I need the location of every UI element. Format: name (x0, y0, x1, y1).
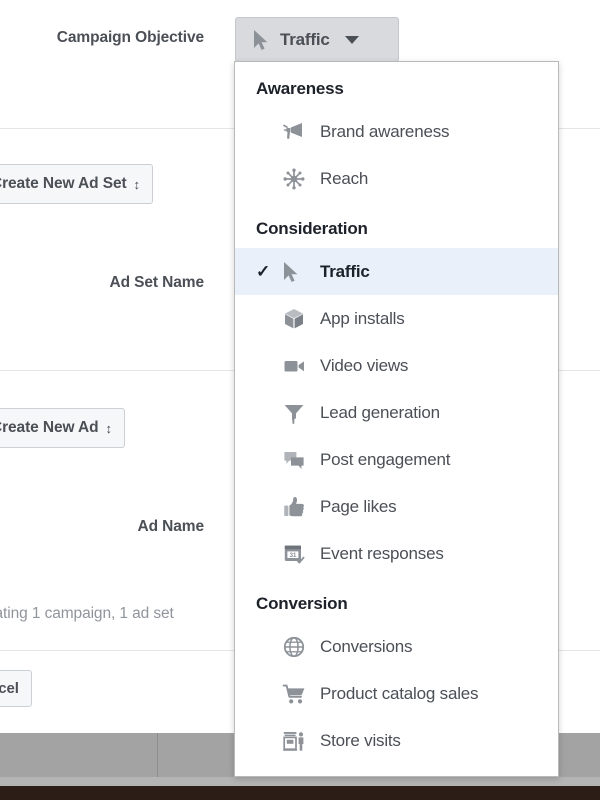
label-ad-name: Ad Name (137, 518, 205, 535)
creation-summary-text: eating 1 campaign, 1 ad set (0, 605, 174, 622)
svg-text:31: 31 (290, 551, 297, 558)
menu-item-label: Brand awareness (320, 121, 450, 141)
menu-item-label: Reach (320, 168, 369, 188)
cancel-button[interactable]: ancel (0, 670, 32, 707)
speech-bubbles-icon (282, 448, 320, 472)
menu-item-lead-generation[interactable]: Lead generation (235, 389, 558, 436)
menu-body: Awareness Brand awareness Reach Considerati… (235, 62, 558, 764)
menu-item-product-catalog-sales[interactable]: Product catalog sales (235, 670, 558, 717)
stepper-icon: ↕ (133, 176, 141, 192)
menu-item-reach[interactable]: Reach (235, 155, 558, 202)
menu-item-video-views[interactable]: Video views (235, 342, 558, 389)
video-camera-icon (282, 354, 320, 378)
create-new-ad-set-label: Create New Ad Set (0, 175, 127, 192)
campaign-objective-value: Traffic (280, 29, 330, 49)
menu-section-header: Awareness (256, 79, 344, 98)
menu-item-label: Event responses (320, 543, 444, 563)
desktop-background-strip (0, 786, 600, 800)
menu-section-header: Consideration (256, 219, 368, 238)
menu-item-brand-awareness[interactable]: Brand awareness (235, 108, 558, 155)
create-new-ad-set-button[interactable]: Create New Ad Set ↕ (0, 164, 153, 204)
menu-item-store-visits[interactable]: Store visits (235, 717, 558, 764)
cancel-button-label: ancel (0, 680, 19, 697)
menu-item-conversions[interactable]: Conversions (235, 623, 558, 670)
footer-divider (157, 733, 158, 777)
menu-item-label: Store visits (320, 730, 401, 750)
funnel-icon (282, 401, 320, 425)
campaign-objective-menu[interactable]: Awareness Brand awareness Reach Considerati… (234, 61, 559, 777)
menu-item-label: Video views (320, 355, 409, 375)
label-ad-set-name: Ad Set Name (109, 274, 204, 291)
menu-item-label: Product catalog sales (320, 683, 479, 703)
chevron-down-icon (344, 35, 359, 44)
menu-item-label: Traffic (320, 261, 370, 281)
menu-item-post-engagement[interactable]: Post engagement (235, 436, 558, 483)
megaphone-icon (282, 120, 320, 144)
create-new-ad-label: Create New Ad (0, 419, 99, 436)
menu-item-event-responses[interactable]: 31 Event responses (235, 530, 558, 577)
storefront-icon (282, 729, 320, 753)
screen-root: Campaign Objective Ad Set Name Ad Name C… (0, 0, 600, 800)
menu-item-label: Conversions (320, 636, 413, 656)
cube-icon (282, 307, 320, 331)
cursor-arrow-icon (282, 261, 320, 283)
calendar-check-icon: 31 (282, 542, 320, 566)
thumbs-up-icon (282, 495, 320, 519)
stepper-icon: ↕ (105, 420, 113, 436)
globe-icon (282, 635, 320, 659)
campaign-objective-dropdown-button[interactable]: Traffic (235, 17, 399, 62)
shopping-cart-icon (282, 682, 320, 706)
create-new-ad-button[interactable]: Create New Ad ↕ (0, 408, 125, 448)
menu-item-label: App installs (320, 308, 405, 328)
check-icon: ✓ (256, 261, 271, 281)
menu-item-traffic[interactable]: ✓ Traffic (235, 248, 558, 295)
menu-item-page-likes[interactable]: Page likes (235, 483, 558, 530)
starburst-icon (282, 167, 320, 191)
footer-strip (0, 777, 600, 786)
cursor-arrow-icon (252, 29, 269, 51)
menu-item-app-installs[interactable]: App installs (235, 295, 558, 342)
menu-item-label: Lead generation (320, 402, 440, 422)
label-campaign-objective: Campaign Objective (56, 29, 204, 46)
menu-item-label: Post engagement (320, 449, 451, 469)
menu-section-header: Conversion (256, 594, 348, 613)
menu-item-label: Page likes (320, 496, 397, 516)
